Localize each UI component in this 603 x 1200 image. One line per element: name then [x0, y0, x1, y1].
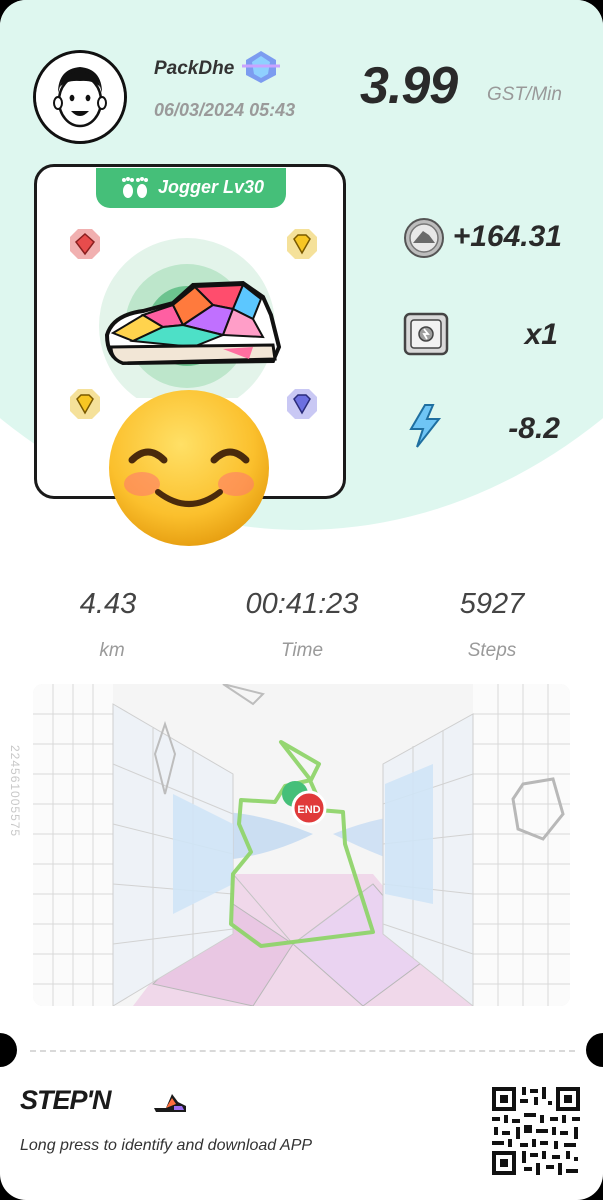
- route-end-marker: END: [297, 804, 320, 816]
- distance-value: 4.43: [79, 588, 137, 620]
- smiling-emoji-icon: [109, 390, 269, 546]
- steps-label: Steps: [467, 640, 517, 661]
- steps-value: 5927: [459, 588, 525, 620]
- distance-label: km: [99, 640, 125, 661]
- gst-earned-value: +164.31: [452, 220, 562, 253]
- sneaker-image[interactable]: [103, 275, 283, 375]
- route-map-illustration: END: [33, 684, 570, 1006]
- duration-label: Time: [280, 640, 324, 661]
- avatar[interactable]: [33, 50, 127, 144]
- footprints-icon: [122, 177, 148, 198]
- download-qr-code[interactable]: [490, 1085, 582, 1177]
- earning-rate-unit: GST/Min: [487, 84, 562, 105]
- stepn-logo-mark-icon: [154, 1094, 186, 1112]
- run-datetime: 06/03/2024 05:43: [154, 100, 296, 120]
- yellow-gem-icon[interactable]: [285, 227, 319, 261]
- username: PackDhe: [154, 58, 235, 79]
- ticket-notch-left: [0, 1033, 17, 1067]
- duration-value: 00:41:23: [245, 588, 359, 620]
- route-map[interactable]: END: [33, 684, 570, 1006]
- download-hint: Long press to identify and download APP: [20, 1137, 313, 1154]
- sneaker-level-label: Jogger Lv30: [158, 177, 265, 197]
- energy-spent-value: -8.2: [508, 412, 560, 445]
- mystery-box-count: x1: [524, 318, 558, 351]
- purple-gem-icon[interactable]: [285, 387, 319, 421]
- badge-icon: [242, 51, 280, 83]
- earning-rate-value: 3.99: [360, 57, 458, 115]
- side-code: 224561005575: [8, 745, 22, 838]
- ticket-notch-right: [586, 1033, 603, 1067]
- avatar-face-icon: [36, 53, 124, 141]
- stepn-logo: STEP'N: [20, 1085, 111, 1115]
- ticket-divider: [30, 1050, 575, 1052]
- share-card: PackDhe 06/03/2024 05:43 3.99 GST/Min Jo…: [0, 0, 603, 1200]
